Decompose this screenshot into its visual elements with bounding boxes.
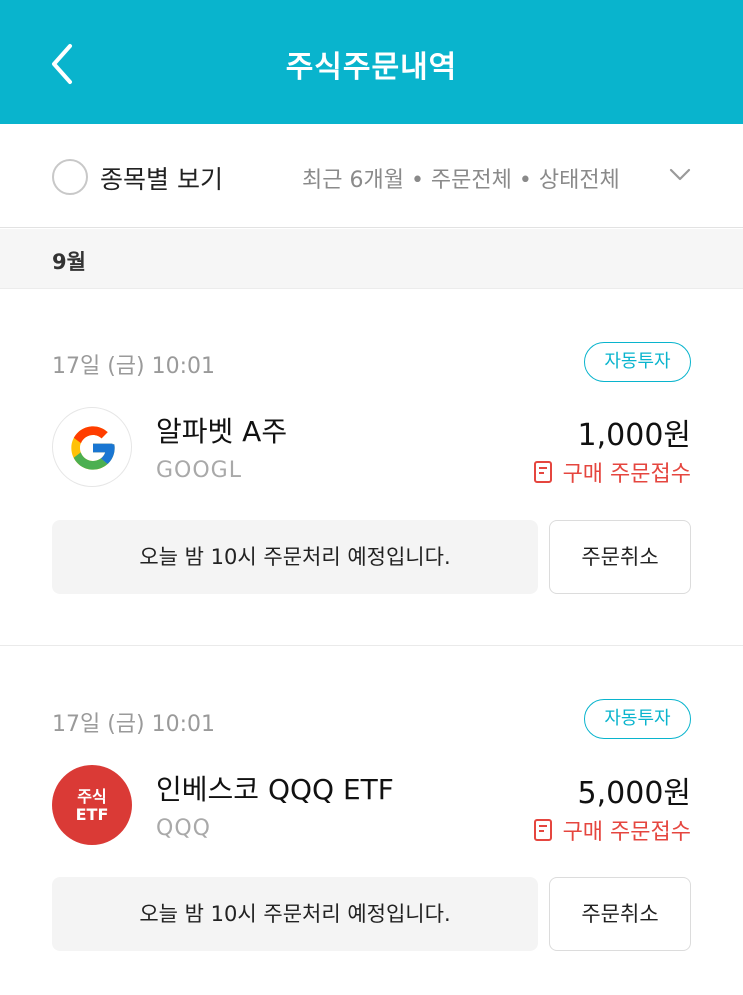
order-status: 구매 주문접수	[533, 456, 691, 488]
receipt-icon	[533, 819, 552, 841]
google-logo	[52, 407, 132, 487]
order-date: 17일 (금) 10:01	[52, 354, 216, 379]
etf-logo: 주식 ETF	[52, 765, 132, 845]
order-status-text: 구매 주문접수	[562, 462, 691, 487]
order-status-text: 구매 주문접수	[562, 820, 691, 845]
google-g-icon	[71, 426, 115, 470]
cancel-order-button[interactable]: 주문취소	[549, 877, 691, 951]
order-amount: 5,000원	[577, 776, 691, 811]
month-label: 9월	[52, 250, 86, 274]
stock-name: 알파벳 A주	[156, 415, 288, 448]
filter-summary[interactable]: 최근 6개월 • 주문전체 • 상태전체	[302, 162, 620, 194]
page-title: 주식주문내역	[285, 50, 458, 85]
view-by-stock-radio[interactable]	[52, 159, 88, 195]
order-status: 구매 주문접수	[533, 814, 691, 846]
cancel-order-button[interactable]: 주문취소	[549, 520, 691, 594]
stock-ticker: GOOGL	[156, 458, 242, 483]
etf-logo-line1: 주식	[77, 787, 107, 806]
stock-name: 인베스코 QQQ ETF	[156, 773, 394, 806]
auto-invest-badge: 자동투자	[584, 342, 691, 382]
auto-invest-badge: 자동투자	[584, 699, 691, 739]
order-notice: 오늘 밤 10시 주문처리 예정입니다.	[52, 877, 538, 951]
view-by-stock-label[interactable]: 종목별 보기	[100, 160, 223, 196]
month-section-header	[0, 229, 743, 289]
order-notice: 오늘 밤 10시 주문처리 예정입니다.	[52, 520, 538, 594]
chevron-down-icon[interactable]	[668, 166, 692, 184]
app-header: 주식주문내역	[0, 0, 743, 124]
order-amount: 1,000원	[577, 418, 691, 453]
receipt-icon	[533, 461, 552, 483]
etf-logo-line2: ETF	[75, 805, 109, 824]
order-date: 17일 (금) 10:01	[52, 712, 216, 737]
stock-ticker: QQQ	[156, 816, 211, 841]
